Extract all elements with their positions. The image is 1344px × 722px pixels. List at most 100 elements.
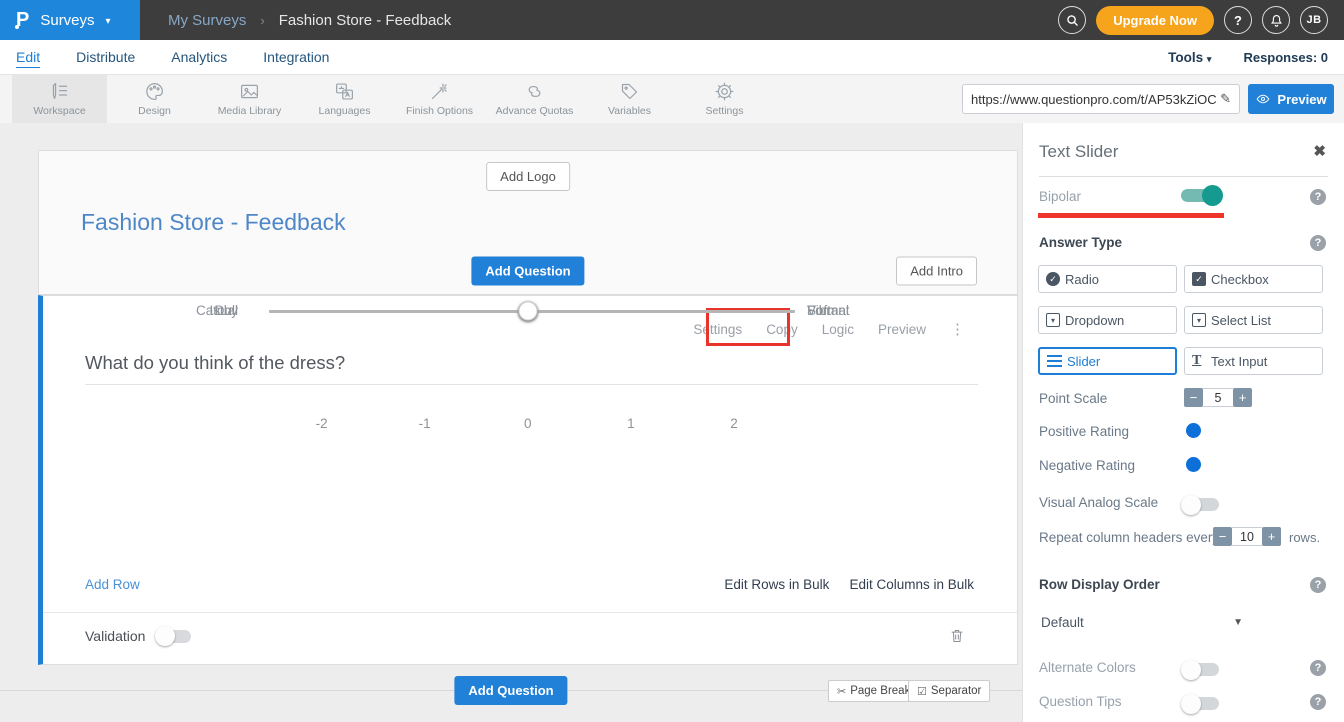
top-header: P Surveys ▾ My Surveys › Fashion Store -… [0,0,1344,40]
answer-type-text-input[interactable]: T Text Input [1184,347,1323,375]
delete-question-button[interactable] [949,626,965,648]
search-icon [1065,13,1080,28]
toolbar-item-languages[interactable]: Languages [297,75,392,123]
eye-icon [1255,92,1271,106]
separator-icon: ☑ [917,685,927,698]
survey-url-input[interactable] [971,92,1216,107]
answer-type-select-list[interactable]: ▾ Select List [1184,306,1323,334]
tab-integration[interactable]: Integration [263,47,329,67]
point-scale-label: Point Scale [1039,391,1107,406]
radio-icon: ✓ [1046,272,1060,286]
row-display-order-help-icon[interactable]: ? [1310,577,1326,593]
main-tabs: Edit Distribute Analytics Integration To… [0,40,1344,75]
chevron-down-icon: ▾ [1207,54,1212,64]
repeat-headers-minus-button[interactable]: − [1213,527,1232,546]
slider-track[interactable] [269,310,795,313]
bipolar-toggle[interactable] [1181,189,1221,202]
question-tips-toggle[interactable] [1183,697,1219,710]
negative-rating-label: Negative Rating [1039,458,1135,473]
repeat-headers-plus-button[interactable]: + [1262,527,1281,546]
page-break-icon: ✂ [837,685,846,698]
preview-button[interactable]: Preview [1248,84,1334,114]
responses-count: Responses: 0 [1243,50,1328,65]
point-scale-minus-button[interactable]: − [1184,388,1203,407]
notifications-button[interactable] [1262,6,1290,34]
toolbar-item-media-library[interactable]: Media Library [202,75,297,123]
separator-button[interactable]: ☑ Separator [908,680,990,702]
add-intro-button[interactable]: Add Intro [896,257,977,286]
slider-icon [1047,355,1062,367]
palette-icon [144,81,165,102]
help-icon: ? [1234,13,1242,28]
survey-header-card: Add Logo Fashion Store - Feedback [38,150,1018,249]
brand-menu[interactable]: P Surveys ▾ [0,0,140,40]
answer-type-checkbox[interactable]: ✓ Checkbox [1184,265,1323,293]
translate-icon [334,81,355,102]
survey-canvas: Add Logo Fashion Store - Feedback Add Qu… [0,123,1022,722]
row-display-order-select[interactable]: Default ▼ [1041,615,1243,630]
repeat-headers-value[interactable] [1232,527,1262,546]
answer-type-radio[interactable]: ✓ Radio [1038,265,1177,293]
point-scale-plus-button[interactable]: + [1233,388,1252,407]
visual-analog-scale-label: Visual Analog Scale [1039,495,1158,510]
toolbar-item-workspace[interactable]: Workspace [12,75,107,123]
edit-rows-bulk-link[interactable]: Edit Rows in Bulk [724,577,829,592]
survey-title[interactable]: Fashion Store - Feedback [81,209,346,236]
answer-type-label: Answer Type [1039,235,1122,250]
question-text[interactable]: What do you think of the dress? [85,352,345,374]
toolbar-item-advance-quotas[interactable]: Advance Quotas [487,75,582,123]
toolbar-item-design[interactable]: Design [107,75,202,123]
help-button[interactable]: ? [1224,6,1252,34]
edit-columns-bulk-link[interactable]: Edit Columns in Bulk [849,577,974,592]
tab-edit[interactable]: Edit [16,47,40,68]
point-scale-value[interactable] [1203,388,1233,407]
validation-toggle[interactable] [157,630,191,643]
slider-row-casual-formal: Casual Formal [43,296,1017,326]
add-row-link[interactable]: Add Row [85,577,140,592]
questionpro-logo-icon: P [16,10,29,30]
dropdown-icon: ▾ [1046,313,1060,327]
answer-type-slider[interactable]: Slider [1038,347,1177,375]
positive-rating-color-swatch[interactable] [1186,423,1201,438]
slider-handle[interactable] [518,302,537,321]
alternate-colors-toggle[interactable] [1183,663,1219,676]
slider-scale-labels: -2 -1 0 1 2 [269,416,795,432]
question-underline [85,384,978,385]
toolbar-item-finish-options[interactable]: Finish Options [392,75,487,123]
alternate-colors-help-icon[interactable]: ? [1310,660,1326,676]
edit-url-icon[interactable]: ✎ [1220,91,1231,107]
app-window: P Surveys ▾ My Surveys › Fashion Store -… [0,0,1344,722]
bipolar-help-icon[interactable]: ? [1310,189,1326,205]
toolbar-item-variables[interactable]: Variables [582,75,677,123]
negative-rating-color-swatch[interactable] [1186,457,1201,472]
workspace-icon [49,81,70,102]
add-question-button-bottom[interactable]: Add Question [454,676,567,705]
repeat-headers-suffix: rows. [1289,530,1320,545]
image-icon [239,81,260,102]
add-logo-button[interactable]: Add Logo [486,162,570,191]
add-question-button-top[interactable]: Add Question [471,257,584,286]
survey-url-field[interactable]: ✎ [962,84,1240,114]
tabrow-right: Tools ▾ Responses: 0 [1168,50,1328,65]
breadcrumb-my-surveys[interactable]: My Surveys [168,12,246,29]
upgrade-now-button[interactable]: Upgrade Now [1096,6,1214,35]
question-tips-label: Question Tips [1039,694,1122,709]
scale-label: 1 [627,416,635,431]
user-avatar[interactable]: JB [1300,6,1328,34]
answer-type-dropdown[interactable]: ▾ Dropdown [1038,306,1177,334]
toolbar-item-settings[interactable]: Settings [677,75,772,123]
bipolar-label: Bipolar [1039,189,1081,204]
question-tips-help-icon[interactable]: ? [1310,694,1326,710]
link-icon [524,81,545,102]
search-button[interactable] [1058,6,1086,34]
tools-dropdown[interactable]: Tools ▾ [1168,50,1211,65]
chevron-down-icon: ▼ [1233,617,1243,628]
visual-analog-scale-toggle[interactable] [1183,498,1219,511]
bulk-edit-links: Edit Rows in Bulk Edit Columns in Bulk [724,577,974,592]
answer-type-help-icon[interactable]: ? [1310,235,1326,251]
chevron-down-icon: ▾ [106,16,111,27]
close-panel-icon[interactable]: ✖ [1313,142,1326,160]
tab-analytics[interactable]: Analytics [171,47,227,67]
page-break-button[interactable]: ✂ Page Break [828,680,919,702]
tab-distribute[interactable]: Distribute [76,47,135,67]
